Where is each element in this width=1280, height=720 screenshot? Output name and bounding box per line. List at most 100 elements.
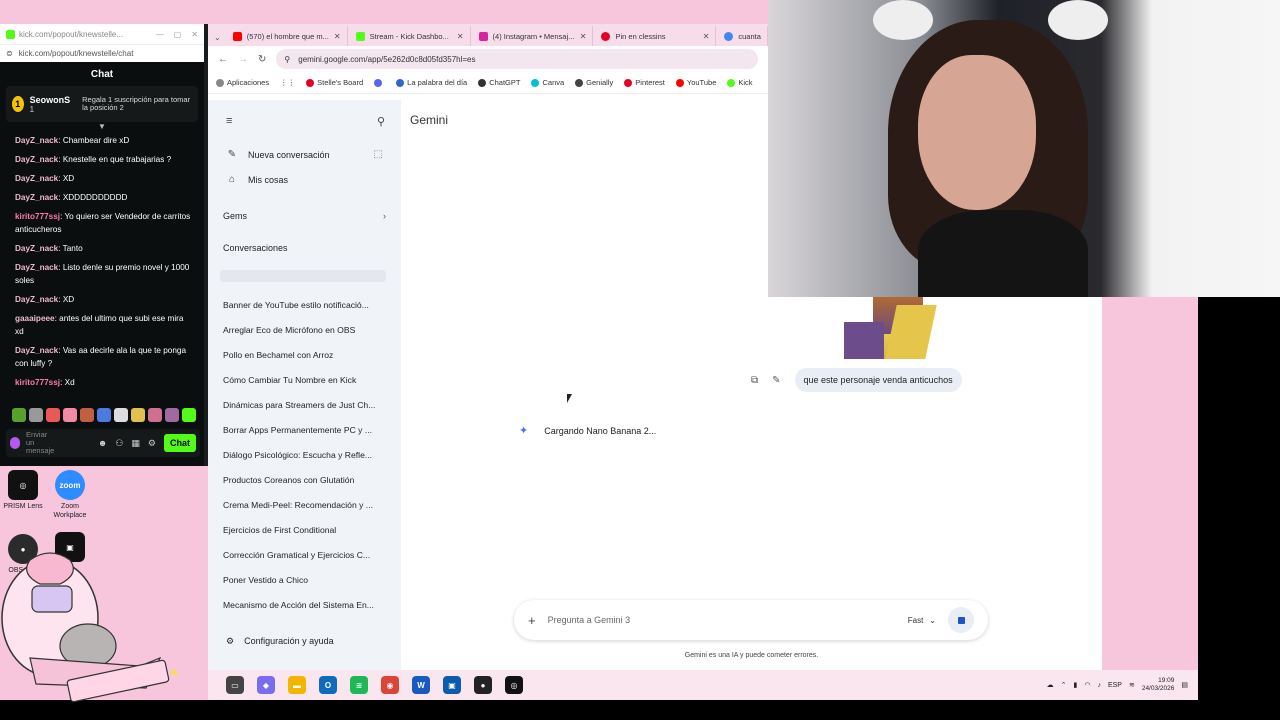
uploaded-character-image[interactable] — [843, 297, 951, 359]
outlook-icon[interactable]: O — [319, 676, 337, 694]
clock[interactable]: 19:09 24/03/2026 — [1142, 677, 1175, 693]
conversation-item[interactable]: Borrar Apps Permanentemente PC y ... — [208, 417, 401, 442]
gems-section[interactable]: Gems › — [208, 200, 401, 232]
browser-tab[interactable]: (570) el hombre que m... ✕ — [227, 26, 348, 46]
forward-icon[interactable]: → — [238, 54, 248, 65]
settings-gear-icon[interactable]: ⚙ — [148, 438, 156, 449]
emote-icon[interactable] — [63, 408, 77, 422]
tab-close-icon[interactable]: ✕ — [457, 32, 464, 41]
menu-icon[interactable]: ≡ — [226, 115, 232, 127]
emote-icon[interactable] — [148, 408, 162, 422]
emote-icon[interactable] — [182, 408, 196, 422]
subscriber-leaderboard[interactable]: 1 SeowonS 1 Regala 1 suscripción para to… — [6, 86, 198, 122]
bookmark-item[interactable]: Aplicaciones — [216, 78, 269, 87]
tab-close-icon[interactable]: ✕ — [703, 32, 710, 41]
emote-icon[interactable] — [97, 408, 111, 422]
conversation-item[interactable]: Arreglar Eco de Micrófono en OBS — [208, 317, 401, 342]
chat-username[interactable]: DayZ_nack — [15, 193, 58, 202]
prompt-box[interactable]: + Pregunta a Gemini 3 Fast ⌄ — [514, 600, 988, 640]
microphone-icon[interactable] — [10, 437, 20, 449]
apps-grid-icon[interactable]: ⋮⋮ — [280, 78, 295, 87]
chat-username[interactable]: DayZ_nack — [15, 155, 58, 164]
conversation-item[interactable]: Productos Coreanos con Glutatión — [208, 467, 401, 492]
model-mode-selector[interactable]: Fast ⌄ — [908, 616, 936, 625]
maximize-icon[interactable]: ▢ — [174, 30, 182, 39]
conversation-item[interactable]: Poner Vestido a Chico — [208, 567, 401, 592]
browser-tab[interactable]: cuantas... — [718, 26, 768, 46]
chat-username[interactable]: DayZ_nack — [15, 174, 58, 183]
bookmark-item[interactable]: ChatGPT — [478, 78, 520, 87]
chat-username[interactable]: DayZ_nack — [15, 136, 58, 145]
store-icon[interactable]: ▦ — [131, 438, 140, 449]
word-icon[interactable]: W — [412, 676, 430, 694]
stop-button[interactable] — [948, 607, 974, 633]
prompt-input[interactable]: Pregunta a Gemini 3 — [548, 615, 896, 625]
desktop-icon-prism-lens[interactable]: ◎ PRISM Lens — [3, 470, 43, 511]
emote-icon[interactable] — [131, 408, 145, 422]
search-icon[interactable]: ⚲ — [377, 115, 385, 128]
edit-pencil-icon[interactable]: ✎ — [772, 375, 780, 386]
conversation-item[interactable]: Mecanismo de Acción del Sistema En... — [208, 592, 401, 617]
bookmark-item[interactable] — [374, 78, 385, 87]
bookmark-item[interactable]: Genially — [575, 78, 613, 87]
chat-input[interactable]: Enviar un mensaje ☻ ⚇ ▦ ⚙ Chat — [6, 429, 200, 457]
notifications-icon[interactable]: ▤ — [1181, 681, 1188, 689]
reload-icon[interactable]: ↻ — [258, 54, 266, 65]
bookmark-item[interactable]: La palabra del día — [396, 78, 467, 87]
browser-tab[interactable]: Stream - Kick Dashbo... ✕ — [350, 26, 471, 46]
close-icon[interactable]: ✕ — [191, 30, 198, 39]
chat-username[interactable]: DayZ_nack — [15, 263, 58, 272]
temporary-chat-icon[interactable]: ⬚ — [374, 149, 383, 160]
conversation-item[interactable]: Ejercicios de First Conditional — [208, 517, 401, 542]
chat-username[interactable]: DayZ_nack — [15, 346, 58, 355]
emote-icon[interactable] — [12, 408, 26, 422]
chrome-icon[interactable]: ◉ — [381, 676, 399, 694]
chat-username[interactable]: kirito777ssj — [15, 378, 60, 387]
conversation-item[interactable]: Cómo Cambiar Tu Nombre en Kick — [208, 367, 401, 392]
add-attachment-icon[interactable]: + — [528, 613, 536, 628]
obs-icon[interactable]: ● — [474, 676, 492, 694]
volume-icon[interactable]: ♪ — [1097, 682, 1101, 689]
conversation-item[interactable]: Diálogo Psicológico: Escucha y Refle... — [208, 442, 401, 467]
my-stuff-button[interactable]: ⌂ Mis cosas — [208, 167, 401, 192]
pinned-toggle-icon[interactable]: ▼ — [0, 122, 204, 132]
emote-icon[interactable] — [29, 408, 43, 422]
battery-icon[interactable]: ▮ — [1073, 681, 1077, 689]
conversation-item[interactable]: Banner de YouTube estilo notificació... — [208, 292, 401, 317]
emote-icon[interactable] — [165, 408, 179, 422]
tab-search-icon[interactable]: ⌄ — [212, 33, 225, 46]
emote-icon[interactable] — [80, 408, 94, 422]
bookmark-item[interactable]: Pinterest — [624, 78, 665, 87]
file-explorer-icon[interactable]: ▬ — [288, 676, 306, 694]
task-view-icon[interactable]: ▭ — [226, 676, 244, 694]
tray-expand-icon[interactable]: ⌃ — [1061, 681, 1067, 689]
browser-tab[interactable]: (4) Instagram • Mensaj... ✕ — [473, 26, 594, 46]
site-settings-icon[interactable]: ⚲ — [284, 55, 290, 64]
bookmark-item[interactable]: Kick — [727, 78, 753, 87]
conversation-item[interactable]: Corrección Gramatical y Ejercicios C... — [208, 542, 401, 567]
chat-username[interactable]: kirito777ssj — [15, 212, 60, 221]
send-chat-button[interactable]: Chat — [164, 434, 196, 452]
wifi-icon[interactable]: ◠ — [1084, 681, 1090, 689]
tab-close-icon[interactable]: ✕ — [334, 32, 341, 41]
emoji-icon[interactable]: ☻ — [98, 438, 107, 448]
emote-icon[interactable] — [46, 408, 60, 422]
minimize-icon[interactable]: — — [156, 30, 164, 39]
chat-username[interactable]: gaaaipeee — [15, 314, 55, 323]
settings-help-button[interactable]: ⚙ Configuración y ayuda — [208, 632, 352, 650]
desktop-icon-zoom[interactable]: zoom Zoom Workplace — [50, 470, 90, 520]
bookmark-item[interactable]: YouTube — [675, 78, 716, 87]
emote-icon[interactable] — [114, 408, 128, 422]
spotify-icon[interactable]: ≋ — [350, 676, 368, 694]
chat-username[interactable]: DayZ_nack — [15, 244, 58, 253]
bookmark-item[interactable]: Stelle's Board — [306, 78, 363, 87]
back-icon[interactable]: ← — [218, 54, 228, 65]
bookmark-item[interactable]: Canva — [531, 78, 564, 87]
tab-close-icon[interactable]: ✕ — [580, 32, 587, 41]
conversation-item[interactable]: Pollo en Bechamel con Arroz — [208, 342, 401, 367]
conversation-item[interactable]: Dinámicas para Streamers de Just Ch... — [208, 392, 401, 417]
wifi-signal-icon[interactable]: ≋ — [1129, 681, 1135, 689]
copilot-icon[interactable]: ◆ — [257, 676, 275, 694]
address-bar[interactable]: ⚲ gemini.google.com/app/5e262d0c8d05fd35… — [276, 49, 758, 69]
app-blue-icon[interactable]: ▣ — [443, 676, 461, 694]
